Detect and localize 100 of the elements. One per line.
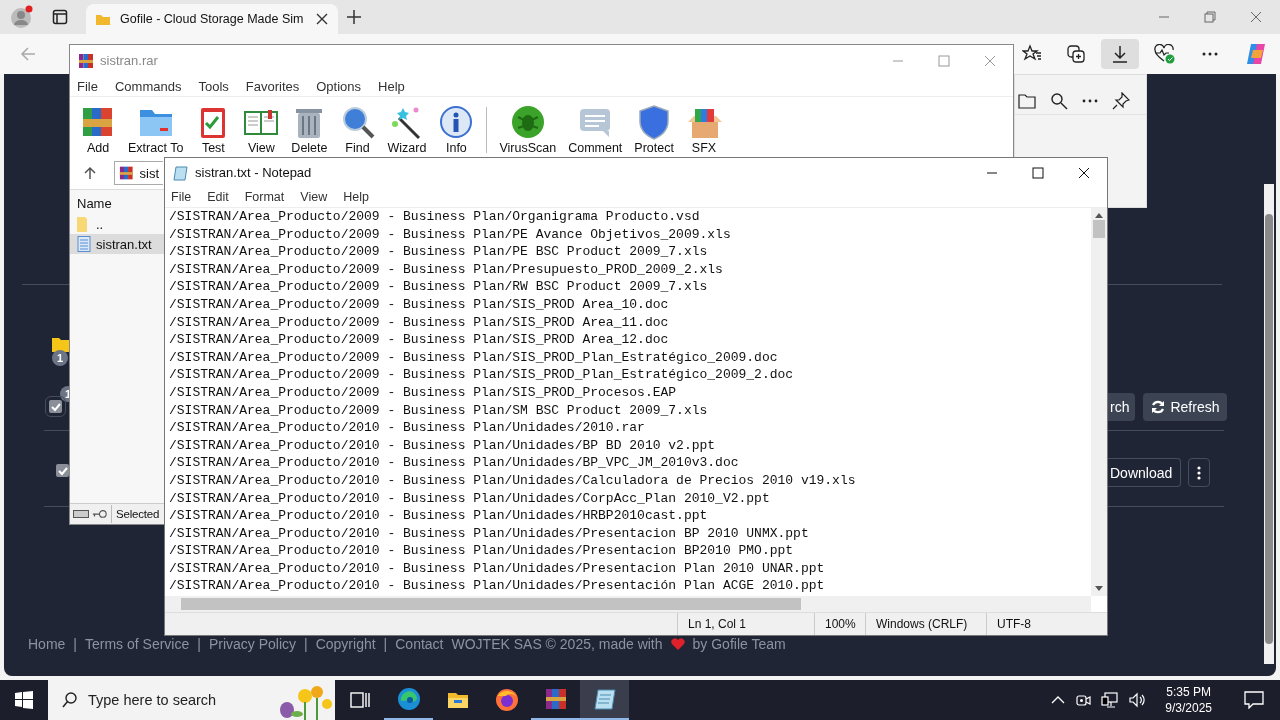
archive-icon <box>119 165 134 181</box>
close-icon[interactable] <box>316 13 328 25</box>
menu-item[interactable]: Help <box>378 78 405 94</box>
scroll-thumb[interactable] <box>1265 214 1273 644</box>
menu-item[interactable]: Help <box>343 190 369 204</box>
menu-item[interactable]: View <box>300 190 328 204</box>
notification-icon[interactable] <box>1244 691 1264 709</box>
clock[interactable]: 5:35 PM 9/3/2025 <box>1165 684 1212 716</box>
text-line: /SISTRAN/Area_Producto/2009 - Business Plan/SM BSC Product 2009_7.xls <box>169 401 709 420</box>
menu-item[interactable]: Options <box>316 78 362 94</box>
text-line: /SISTRAN/Area_Producto/2009 - Business Plan/SIS_PROD_Procesos.EAP <box>169 383 678 402</box>
search-icon[interactable] <box>1050 92 1068 110</box>
column-header[interactable]: Name <box>70 196 157 214</box>
heart-icon <box>670 638 685 650</box>
download-button[interactable]: Download <box>1108 458 1182 487</box>
maximize-icon[interactable] <box>1032 166 1044 179</box>
scrollbar[interactable] <box>1264 184 1274 664</box>
volume-icon[interactable] <box>1129 692 1148 708</box>
footer-credit: by Gofile Team <box>692 636 786 652</box>
refresh-icon <box>1151 400 1166 414</box>
browser-icon <box>396 687 421 711</box>
page-button[interactable]: rch <box>1108 393 1136 421</box>
footer-link[interactable]: Home <box>28 636 66 652</box>
scroll-thumb[interactable] <box>181 598 801 610</box>
text-line: /SISTRAN/Area_Producto/2010 - Business Plan/Unidades/Presentacion BP2010 PMO.ppt <box>169 542 795 560</box>
health-icon[interactable] <box>1154 44 1176 64</box>
menu-item[interactable]: Tools <box>198 78 229 94</box>
page-button[interactable]: Refresh <box>1143 393 1228 421</box>
network-icon[interactable] <box>1101 692 1120 708</box>
checkbox[interactable] <box>56 464 69 477</box>
vertical-scrollbar[interactable] <box>1091 208 1107 596</box>
text-line: /SISTRAN/Area_Producto/2010 - Business Plan/Unidades/Presentación Plan ACGE 2010.ppt <box>169 577 826 596</box>
search-field[interactable]: Type here to search <box>48 680 335 720</box>
more-options-button[interactable] <box>1188 458 1210 487</box>
toolbar-button[interactable]: VirusScan <box>493 104 563 157</box>
footer-link[interactable]: Contact <box>395 636 444 652</box>
restore-icon[interactable] <box>1204 11 1216 23</box>
menu-item[interactable]: Edit <box>207 190 229 204</box>
window-title: sistran.txt - Notepad <box>195 165 312 180</box>
toolbar-button[interactable]: Info <box>432 104 481 157</box>
menu-item[interactable]: Commands <box>114 78 182 94</box>
toolbar-button[interactable]: Find <box>333 104 382 157</box>
text-line: /SISTRAN/Area_Producto/2009 - Business Plan/SIS_PROD Area_10.doc <box>169 295 670 314</box>
footer-link[interactable]: Copyright <box>315 636 376 652</box>
footer-credit: WOJTEK SAS © 2025, made with <box>451 636 663 652</box>
folder-icon[interactable] <box>1018 93 1036 109</box>
text-line: /SISTRAN/Area_Producto/2009 - Business Plan/SIS_PROD Area_12.doc <box>169 331 670 349</box>
start-icon[interactable] <box>15 691 33 709</box>
menu-item[interactable]: Favorites <box>245 78 300 94</box>
scroll-up-icon[interactable] <box>1095 212 1103 218</box>
pin-icon[interactable] <box>1112 92 1130 110</box>
horizontal-scrollbar[interactable] <box>165 596 1091 612</box>
menu-item[interactable]: File <box>77 78 98 94</box>
chevron-up-icon[interactable] <box>1051 695 1066 705</box>
status-text: Selected <box>116 508 160 520</box>
tab-actions-icon[interactable] <box>52 9 68 25</box>
footer-link[interactable]: Privacy Policy <box>208 636 297 652</box>
count-badge: 1 <box>52 350 68 366</box>
key-icon <box>92 509 107 519</box>
footer-link[interactable]: Terms of Service <box>85 636 190 652</box>
text-line: /SISTRAN/Area_Producto/2010 - Business Plan/Unidades/2010.rar <box>169 419 646 437</box>
status-text: Windows (CRLF) <box>865 613 986 635</box>
profile-icon[interactable] <box>10 5 34 29</box>
menu-item[interactable]: Format <box>244 190 285 204</box>
separator: | <box>383 636 388 652</box>
scroll-down-icon[interactable] <box>1095 586 1103 592</box>
status-text: UTF-8 <box>986 613 1077 635</box>
collections-icon[interactable] <box>1066 44 1086 64</box>
text-line: /SISTRAN/Area_Producto/2010 - Business Plan/Unidades/BP_VPC_JM_2010v3.doc <box>169 454 740 472</box>
copilot-icon[interactable] <box>1244 42 1268 66</box>
toolbar-button[interactable]: Wizard <box>381 104 433 157</box>
toolbar-button[interactable]: Protect <box>628 104 680 157</box>
taskbar-app[interactable] <box>580 680 629 720</box>
toolbar-button[interactable]: Delete <box>285 104 334 157</box>
toolbar-button[interactable]: Extract To <box>122 104 190 157</box>
text-line: /SISTRAN/Area_Producto/2009 - Business Plan/SIS_PROD_Plan_Estratégico_2009.doc <box>169 348 779 367</box>
file-row[interactable]: sistran.txt <box>70 234 165 254</box>
text-line: /SISTRAN/Area_Producto/2010 - Business Plan/Unidades/HRBP2010cast.ppt <box>169 507 709 525</box>
file-row[interactable]: .. <box>70 214 165 234</box>
address-field[interactable]: sist <box>114 161 163 185</box>
up-arrow-icon[interactable] <box>84 166 96 180</box>
scroll-thumb[interactable] <box>1093 220 1105 238</box>
toolbar-button[interactable]: View <box>237 104 286 157</box>
close-icon[interactable] <box>1078 166 1090 179</box>
new-tab-icon[interactable] <box>346 9 362 25</box>
meet-icon[interactable] <box>1075 692 1092 708</box>
browser-tab[interactable]: Gofile - Cloud Storage Made Sim <box>86 4 338 34</box>
toolbar-button[interactable]: Test <box>189 104 238 157</box>
text-line: /SISTRAN/Area_Producto/2009 - Business Plan/PE BSC Product 2009_7.xls <box>169 243 709 261</box>
window-title: sistran.rar <box>100 53 158 68</box>
status-text: Ln 1, Col 1 <box>677 613 814 635</box>
downloads-button[interactable] <box>1101 39 1139 69</box>
toolbar-button[interactable]: Comment <box>562 104 629 157</box>
separator: | <box>304 636 308 652</box>
separator: | <box>73 636 77 652</box>
menu-item[interactable]: File <box>171 190 192 204</box>
bug-icon <box>509 104 546 140</box>
tab-title: Gofile - Cloud Storage Made Sim <box>120 12 305 26</box>
toolbar-button[interactable]: Add <box>74 104 122 157</box>
toolbar-button[interactable]: SFX <box>679 104 728 157</box>
